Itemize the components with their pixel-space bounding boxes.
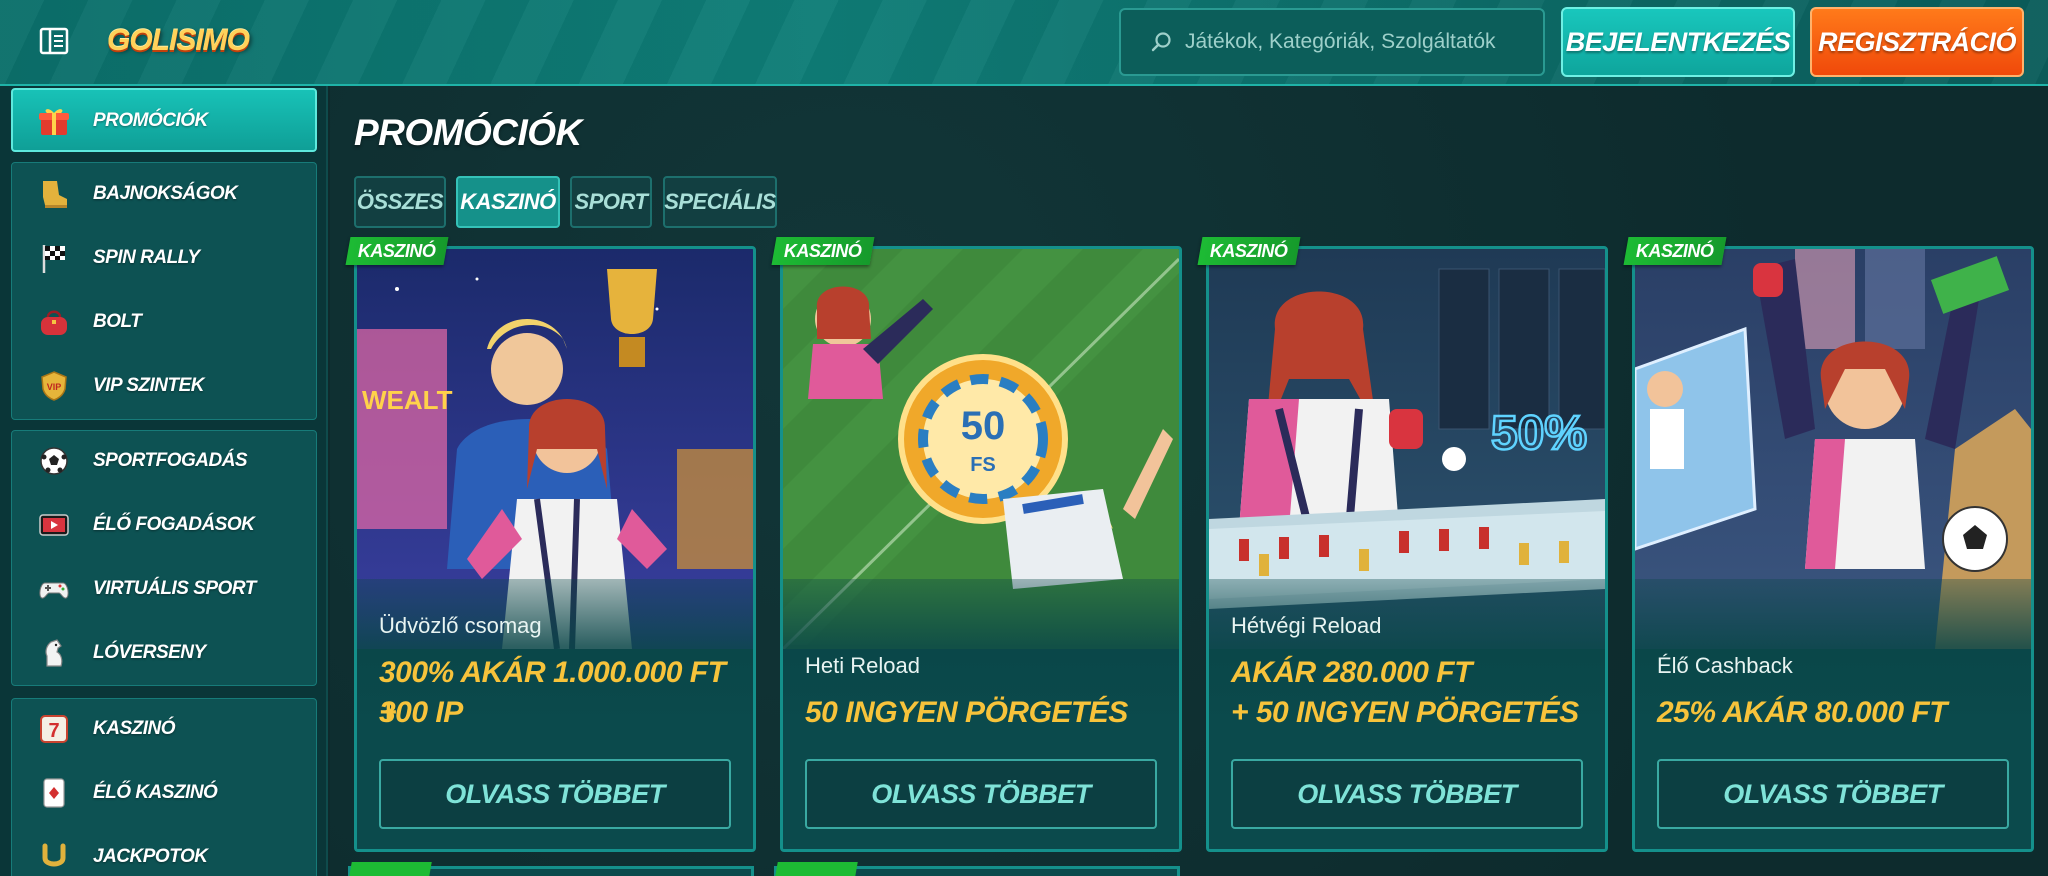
card-title-line1: AKÁR 280.000 FT	[1231, 656, 1472, 689]
category-badge-partial	[774, 862, 858, 876]
sidebar-item-championships[interactable]: BAJNOKSÁGOK	[11, 166, 317, 222]
gift-icon	[37, 104, 71, 138]
chip-suffix: FS	[970, 454, 996, 476]
svg-text:WEALT: WEALT	[362, 385, 453, 415]
register-button[interactable]: REGISZTRÁCIÓ	[1810, 7, 2024, 77]
playing-card-icon	[37, 776, 71, 810]
slot-seven-icon: 7	[37, 712, 71, 746]
sidebar-item-label: VIRTUÁLIS SPORT	[93, 578, 256, 599]
search-icon	[1151, 32, 1171, 52]
sidebar-item-sportsbook[interactable]: SPORTFOGADÁS	[11, 433, 317, 489]
category-badge: KASZINÓ	[1623, 237, 1726, 265]
top-header: GOLISIMO BEJELENTKEZÉS REGISZTRÁCIÓ	[0, 0, 2048, 86]
sidebar-item-promotions-row[interactable]: PROMÓCIÓK	[11, 89, 317, 153]
category-badge: KASZINÓ	[345, 237, 448, 265]
promo-card-welcome[interactable]: WEALT Üdvözlő csomag 300% AKÁR 1.000.000…	[354, 246, 756, 852]
category-badge: KASZINÓ	[1197, 237, 1300, 265]
card-subtitle: Hétvégi Reload	[1231, 613, 1382, 638]
sidebar-item-label: SPORTFOGADÁS	[93, 450, 248, 471]
svg-text:VIP: VIP	[47, 382, 62, 392]
card-subtitle: Élő Cashback	[1657, 653, 1793, 678]
promo-percent-text: 50%	[1491, 407, 1587, 460]
logo-text: GOLISIMO	[107, 24, 250, 57]
checkered-flag-icon	[37, 241, 71, 275]
sidebar-item-label: SPIN RALLY	[93, 247, 200, 268]
sidebar: PROMÓCIÓK BAJNOKSÁGOK SPIN RALLY BOLT VI…	[0, 86, 328, 876]
sidebar-item-horse-racing[interactable]: LÓVERSENY	[11, 625, 317, 681]
read-more-button[interactable]: OLVASS TÖBBET	[1231, 759, 1583, 829]
sidebar-item-live-casino[interactable]: ÉLŐ KASZINÓ	[11, 765, 317, 821]
sidebar-item-label: ÉLŐ FOGADÁSOK	[93, 514, 255, 535]
sidebar-item-shop[interactable]: BOLT	[11, 294, 317, 350]
sidebar-item-vip-levels[interactable]: VIP VIP SZINTEK	[11, 358, 317, 414]
tab-special[interactable]: SPECIÁLIS	[663, 176, 777, 228]
sidebar-item-spin-rally[interactable]: SPIN RALLY	[11, 230, 317, 286]
horse-icon	[37, 636, 71, 670]
sidebar-item-label: BAJNOKSÁGOK	[93, 183, 238, 204]
read-more-button[interactable]: OLVASS TÖBBET	[1657, 759, 2009, 829]
sidebar-item-casino[interactable]: 7 KASZINÓ	[11, 701, 317, 757]
card-title-line2: 300 IP	[379, 696, 463, 729]
sidebar-item-live-betting[interactable]: ÉLŐ FOGADÁSOK	[11, 497, 317, 553]
tab-all[interactable]: ÖSSZES	[354, 176, 446, 228]
card-subtitle: Heti Reload	[805, 653, 920, 678]
search-box[interactable]	[1119, 8, 1545, 76]
card-title-line1: 25% AKÁR 80.000 FT	[1657, 696, 1948, 729]
category-badge: KASZINÓ	[771, 237, 874, 265]
chip-value: 50	[961, 404, 1006, 448]
brand-logo[interactable]: GOLISIMO	[107, 18, 250, 64]
sidebar-item-label: ÉLŐ KASZINÓ	[93, 782, 218, 803]
live-tv-icon	[37, 508, 71, 542]
card-title-line1: 50 INGYEN PÖRGETÉS	[805, 696, 1128, 729]
sidebar-item-label: JACKPOTOK	[93, 846, 208, 867]
svg-text:7: 7	[48, 720, 59, 742]
read-more-button[interactable]: OLVASS TÖBBET	[379, 759, 731, 829]
gamepad-icon	[37, 572, 71, 606]
trophy-boot-icon	[37, 177, 71, 211]
sidebar-item-virtual-sports[interactable]: VIRTUÁLIS SPORT	[11, 561, 317, 617]
main-content: PROMÓCIÓK ÖSSZES KASZINÓ SPORT SPECIÁLIS…	[330, 86, 2048, 876]
soccer-ball-icon	[37, 444, 71, 478]
promo-card-weekend-reload[interactable]: 50% Hétvégi Reload AKÁR 280.000 FT + 50 …	[1206, 246, 1608, 852]
bag-icon	[37, 305, 71, 339]
sidebar-toggle-icon[interactable]	[38, 26, 72, 56]
vip-shield-icon: VIP	[37, 369, 71, 403]
sidebar-item-label: LÓVERSENY	[93, 642, 206, 663]
card-title-line2: + 50 INGYEN PÖRGETÉS	[1231, 696, 1579, 729]
category-badge-partial	[348, 862, 432, 876]
page-title: PROMÓCIÓK	[354, 112, 582, 153]
login-button[interactable]: BEJELENTKEZÉS	[1561, 7, 1795, 77]
sidebar-item-label: VIP SZINTEK	[93, 375, 204, 396]
tab-sport[interactable]: SPORT	[570, 176, 652, 228]
tab-casino[interactable]: KASZINÓ	[456, 176, 560, 228]
card-subtitle: Üdvözlő csomag	[379, 613, 542, 638]
search-input[interactable]	[1185, 30, 1505, 54]
promo-card-weekly-reload[interactable]: 50 FS Heti Reload 50 INGYEN PÖRGETÉS OLV…	[780, 246, 1182, 852]
read-more-button[interactable]: OLVASS TÖBBET	[805, 759, 1157, 829]
horseshoe-icon	[37, 840, 71, 874]
promo-card-live-cashback[interactable]: Élő Cashback 25% AKÁR 80.000 FT OLVASS T…	[1632, 246, 2034, 852]
sidebar-item-label: BOLT	[93, 311, 142, 332]
sidebar-item-label: KASZINÓ	[93, 718, 176, 739]
sidebar-item-jackpots[interactable]: JACKPOTOK	[11, 829, 317, 876]
sidebar-item-label: PROMÓCIÓK	[93, 110, 208, 131]
